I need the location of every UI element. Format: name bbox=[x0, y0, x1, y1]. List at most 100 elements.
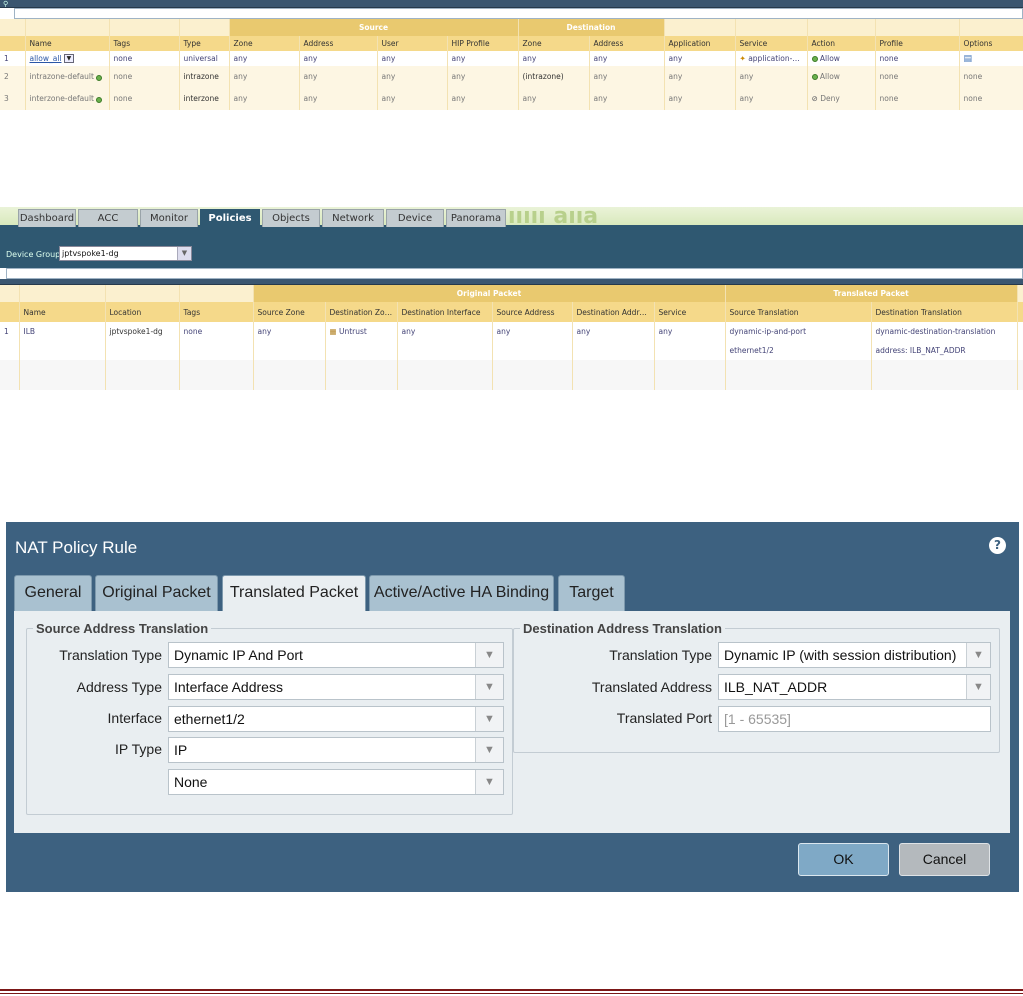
row-number: 2 bbox=[0, 66, 26, 87]
row-number: 3 bbox=[0, 87, 26, 110]
col-header[interactable]: Name bbox=[25, 36, 110, 51]
col-header[interactable]: Action bbox=[807, 36, 876, 51]
cancel-button[interactable]: Cancel bbox=[899, 843, 990, 876]
destination-translation-type-select[interactable]: Dynamic IP (with session distribution) ▼ bbox=[718, 642, 991, 668]
col-header[interactable]: Type bbox=[179, 36, 230, 51]
col-header[interactable]: Tags bbox=[179, 302, 254, 322]
tab-panorama[interactable]: Panorama bbox=[446, 209, 506, 227]
rule-name-cell[interactable]: allow_all ▼ bbox=[25, 51, 110, 66]
col-header[interactable]: Address bbox=[589, 36, 665, 51]
chevron-down-icon[interactable]: ▼ bbox=[475, 770, 503, 794]
device-group-value: jptvspoke1-dg bbox=[62, 249, 119, 258]
tab-dashboard[interactable]: Dashboard bbox=[18, 209, 76, 227]
tab-general[interactable]: General bbox=[14, 575, 92, 611]
action-cell: Allow bbox=[807, 66, 876, 87]
tags-cell: none bbox=[109, 51, 180, 66]
table-row[interactable]: 3 interzone-default none interzone any a… bbox=[0, 87, 1023, 110]
col-header[interactable]: Destination Interface bbox=[397, 302, 493, 322]
table-row[interactable]: 2 intrazone-default none intrazone any a… bbox=[0, 66, 1023, 87]
translated-port-input[interactable]: [1 - 65535] bbox=[718, 706, 991, 732]
chevron-down-icon[interactable]: ▼ bbox=[475, 738, 503, 762]
col-header[interactable]: HIP Profile bbox=[447, 36, 519, 51]
rule-name[interactable]: interzone-default bbox=[30, 94, 94, 103]
filter-input[interactable] bbox=[14, 8, 1023, 19]
rule-name[interactable]: intrazone-default bbox=[30, 72, 94, 81]
chevron-down-icon[interactable]: ▼ bbox=[475, 675, 503, 699]
tab-target[interactable]: Target bbox=[558, 575, 625, 611]
type-cell: universal bbox=[179, 51, 230, 66]
col-header[interactable]: Options bbox=[959, 36, 1023, 51]
source-translation-interface: ethernet1/2 bbox=[725, 341, 872, 360]
col-header[interactable]: Destination Zone bbox=[325, 302, 398, 322]
col-header[interactable]: Name bbox=[19, 302, 106, 322]
col-header[interactable]: Source Zone bbox=[253, 302, 326, 322]
chevron-down-icon[interactable]: ▼ bbox=[966, 675, 990, 699]
tags-cell: none bbox=[109, 66, 180, 87]
cell: any bbox=[664, 51, 736, 66]
service-cell: any bbox=[735, 66, 808, 87]
destination-translation-address: address: ILB_NAT_ADDR bbox=[871, 341, 1018, 360]
search-icon[interactable]: ⚲ bbox=[3, 0, 8, 8]
source-translation-legend: Source Address Translation bbox=[36, 621, 209, 636]
col-header[interactable]: Source Address bbox=[492, 302, 573, 322]
ip-address-select[interactable]: None ▼ bbox=[168, 769, 504, 795]
cell: none bbox=[875, 51, 960, 66]
col-header[interactable]: Destination Address bbox=[572, 302, 655, 322]
cell: any bbox=[377, 66, 448, 87]
address-type-select[interactable]: Interface Address ▼ bbox=[168, 674, 504, 700]
col-header[interactable]: Address bbox=[299, 36, 378, 51]
cell: any bbox=[654, 322, 726, 341]
filter-input[interactable] bbox=[6, 268, 1023, 279]
tab-acc[interactable]: ACC bbox=[78, 209, 138, 227]
translated-address-select[interactable]: ILB_NAT_ADDR ▼ bbox=[718, 674, 991, 700]
col-header[interactable]: Source Translation bbox=[725, 302, 872, 322]
col-header[interactable]: Zone bbox=[518, 36, 590, 51]
col-header[interactable]: Service bbox=[735, 36, 808, 51]
ip-type-select[interactable]: IP ▼ bbox=[168, 737, 504, 763]
tab-monitor[interactable]: Monitor bbox=[140, 209, 198, 227]
col-header[interactable]: User bbox=[377, 36, 448, 51]
table-row[interactable]: 1 ILB jptvspoke1-dg none any ▦ Untrust a… bbox=[0, 322, 1023, 341]
col-header[interactable]: Destination Translation bbox=[871, 302, 1018, 322]
tab-translated-packet[interactable]: Translated Packet bbox=[222, 575, 366, 613]
rule-name-link[interactable]: ILB bbox=[19, 322, 106, 341]
tab-active-active-ha-binding[interactable]: Active/Active HA Binding bbox=[369, 575, 554, 611]
source-translation-type-select[interactable]: Dynamic IP And Port ▼ bbox=[168, 642, 504, 668]
cell: any bbox=[518, 51, 590, 66]
select-value: ILB_NAT_ADDR bbox=[724, 679, 828, 695]
col-header[interactable]: Application bbox=[664, 36, 736, 51]
chevron-down-icon[interactable]: ▼ bbox=[475, 643, 503, 667]
cell: any bbox=[447, 87, 519, 110]
col-header[interactable]: Profile bbox=[875, 36, 960, 51]
translated-port-label: Translated Port bbox=[616, 710, 712, 726]
deny-icon: ⊘ bbox=[811, 94, 818, 103]
col-header[interactable]: Tags bbox=[109, 36, 180, 51]
destination-translation-cell: dynamic-destination-translation bbox=[871, 322, 1018, 341]
device-group-select[interactable]: jptvspoke1-dg ▼ bbox=[59, 246, 192, 261]
tab-network[interactable]: Network bbox=[322, 209, 384, 227]
rule-name-cell[interactable]: interzone-default bbox=[25, 87, 110, 110]
rule-name-cell[interactable]: intrazone-default bbox=[25, 66, 110, 87]
chevron-down-icon[interactable]: ▼ bbox=[475, 707, 503, 731]
help-icon[interactable]: ? bbox=[989, 537, 1006, 554]
row-number: 1 bbox=[0, 51, 26, 66]
col-header[interactable]: Zone bbox=[229, 36, 300, 51]
tab-original-packet[interactable]: Original Packet bbox=[95, 575, 218, 611]
cell: any bbox=[229, 87, 300, 110]
chevron-down-icon[interactable]: ▼ bbox=[966, 643, 990, 667]
table-row[interactable]: 1 allow_all ▼ none universal any any any… bbox=[0, 51, 1023, 66]
nat-policy-rule-dialog: NAT Policy Rule ? General Original Packe… bbox=[6, 522, 1019, 892]
interface-select[interactable]: ethernet1/2 ▼ bbox=[168, 706, 504, 732]
chevron-down-icon[interactable]: ▼ bbox=[177, 247, 191, 260]
allow-icon bbox=[811, 56, 818, 62]
tab-objects[interactable]: Objects bbox=[262, 209, 320, 227]
tab-device[interactable]: Device bbox=[386, 209, 444, 227]
chevron-down-icon[interactable]: ▼ bbox=[63, 54, 74, 64]
col-header[interactable]: Service bbox=[654, 302, 726, 322]
col-header[interactable]: Location bbox=[105, 302, 180, 322]
ok-button[interactable]: OK bbox=[798, 843, 889, 876]
options-cell[interactable]: ▤ bbox=[959, 51, 1023, 66]
tab-policies[interactable]: Policies bbox=[200, 209, 260, 227]
rule-name-link[interactable]: allow_all bbox=[30, 54, 62, 63]
document-icon[interactable]: ▤ bbox=[964, 54, 973, 64]
